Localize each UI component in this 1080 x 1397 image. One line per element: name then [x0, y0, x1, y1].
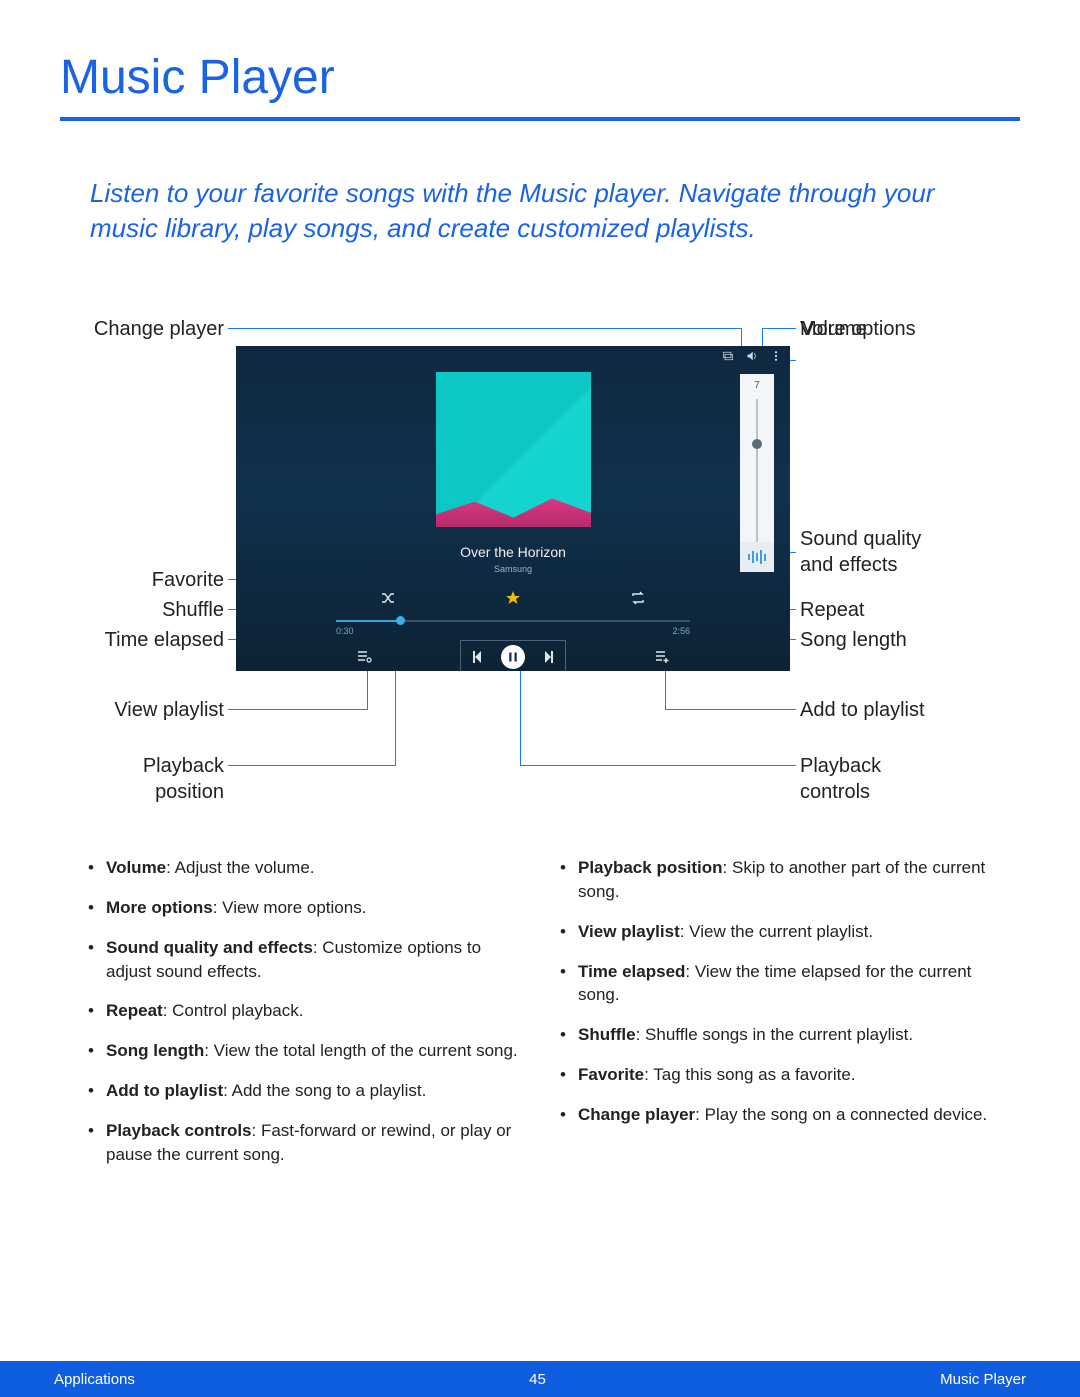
description-item: More options: View more options. — [88, 896, 520, 920]
description-column-left: Volume: Adjust the volume. More options: … — [88, 856, 520, 1182]
song-artist: Samsung — [236, 564, 790, 574]
playback-controls — [460, 640, 566, 671]
add-to-playlist-icon[interactable] — [654, 649, 670, 665]
label-sound-quality: Sound quality and effects — [800, 526, 921, 578]
album-art — [436, 372, 591, 527]
label-song-length: Song length — [800, 627, 907, 653]
next-icon[interactable] — [537, 649, 553, 665]
description-item: Volume: Adjust the volume. — [88, 856, 520, 880]
description-item: Sound quality and effects: Customize opt… — [88, 936, 520, 984]
description-item: Shuffle: Shuffle songs in the current pl… — [560, 1023, 992, 1047]
label-time-elapsed: Time elapsed — [60, 627, 224, 653]
play-pause-button[interactable] — [501, 645, 525, 669]
page-footer: Applications 45 Music Player — [0, 1361, 1080, 1397]
label-more-options: More options — [800, 316, 916, 342]
repeat-icon[interactable] — [630, 590, 646, 606]
volume-slider[interactable]: 7 — [740, 374, 774, 572]
playback-progress[interactable] — [336, 620, 690, 622]
more-options-icon[interactable] — [770, 350, 782, 362]
annotated-diagram: Change player Favorite Shuffle Time elap… — [60, 316, 1020, 826]
label-repeat: Repeat — [800, 597, 865, 623]
description-item: View playlist: View the current playlist… — [560, 920, 992, 944]
volume-icon[interactable] — [746, 350, 758, 362]
label-change-player: Change player — [60, 316, 224, 342]
description-columns: Volume: Adjust the volume. More options: … — [88, 856, 992, 1182]
description-item: Playback position: Skip to another part … — [560, 856, 992, 904]
song-length-value: 2:56 — [672, 626, 690, 636]
time-elapsed-value: 0:30 — [336, 626, 354, 636]
description-item: Song length: View the total length of th… — [88, 1039, 520, 1063]
description-item: Change player: Play the song on a connec… — [560, 1103, 992, 1127]
description-item: Repeat: Control playback. — [88, 999, 520, 1023]
footer-right: Music Player — [940, 1371, 1026, 1388]
change-player-icon[interactable] — [722, 350, 734, 362]
description-item: Add to playlist: Add the song to a playl… — [88, 1079, 520, 1103]
description-item: Time elapsed: View the time elapsed for … — [560, 960, 992, 1008]
favorite-icon[interactable] — [505, 590, 521, 606]
music-player-screenshot: 7 Over the Horizon Samsung — [236, 346, 790, 671]
description-column-right: Playback position: Skip to another part … — [560, 856, 992, 1182]
label-favorite: Favorite — [60, 567, 224, 593]
description-item: Favorite: Tag this song as a favorite. — [560, 1063, 992, 1087]
previous-icon[interactable] — [473, 649, 489, 665]
label-add-to-playlist: Add to playlist — [800, 697, 925, 723]
volume-value: 7 — [754, 380, 760, 391]
label-playback-position: Playback position — [60, 753, 224, 805]
shuffle-icon[interactable] — [380, 590, 396, 606]
label-playback-controls: Playback controls — [800, 753, 881, 805]
footer-page-number: 45 — [529, 1371, 546, 1388]
label-view-playlist: View playlist — [60, 697, 224, 723]
description-item: Playback controls: Fast-forward or rewin… — [88, 1119, 520, 1167]
song-title: Over the Horizon — [236, 544, 790, 560]
view-playlist-icon[interactable] — [356, 649, 372, 665]
footer-left: Applications — [54, 1371, 135, 1388]
page-title: Music Player — [60, 50, 1020, 121]
intro-text: Listen to your favorite songs with the M… — [90, 176, 990, 246]
label-shuffle: Shuffle — [60, 597, 224, 623]
